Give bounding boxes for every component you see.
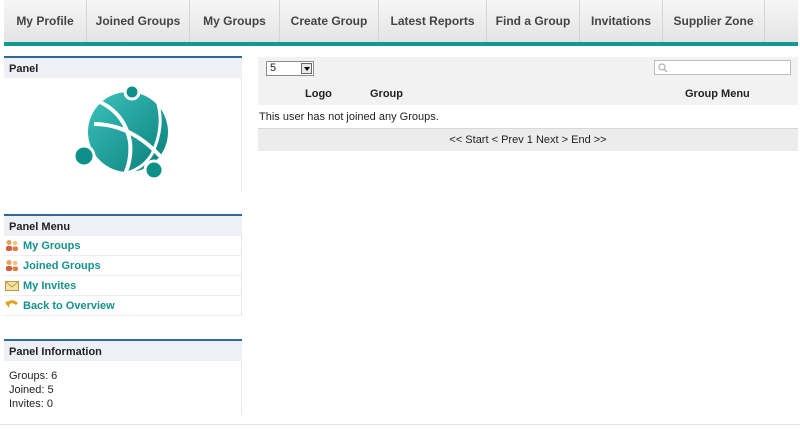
pager-next-link[interactable]: Next >: [536, 134, 568, 146]
back-arrow-icon: [5, 300, 18, 308]
users-icon: [6, 260, 18, 271]
search-input[interactable]: [654, 60, 791, 75]
menu-item-back-to-overview[interactable]: Back to Overview: [4, 296, 241, 316]
menu-item-label: Back to Overview: [23, 300, 115, 312]
pagination: << Start < Prev 1 Next > End >>: [258, 128, 798, 151]
users-icon: [6, 240, 18, 251]
table-header: Logo Group Group Menu: [258, 81, 798, 105]
menu-item-my-invites[interactable]: My Invites: [4, 276, 241, 296]
page-size-select[interactable]: 5: [266, 61, 314, 76]
page-size-value: 5: [270, 62, 277, 74]
pager-start-link[interactable]: << Start: [449, 134, 488, 146]
info-joined-count: Joined: 5: [9, 384, 54, 396]
menu-item-label: My Invites: [23, 280, 77, 292]
panel-information: Panel Information Groups: 6 Joined: 5 In…: [4, 339, 242, 415]
info-groups-count: Groups: 6: [9, 370, 58, 382]
panel-information-title: Panel Information: [4, 339, 242, 361]
pager-page-1[interactable]: 1: [527, 134, 533, 146]
panel-title: Panel: [4, 56, 242, 78]
tab-create-group[interactable]: Create Group: [280, 0, 379, 42]
group-logo-icon: [72, 84, 168, 181]
tab-invitations[interactable]: Invitations: [580, 0, 663, 42]
panel-menu: Panel Menu My Groups Joined Groups My In…: [4, 214, 242, 316]
footer-divider: [0, 424, 800, 425]
column-header-group[interactable]: Group: [370, 88, 403, 100]
tab-joined-groups[interactable]: Joined Groups: [87, 0, 190, 42]
envelope-icon: [5, 281, 19, 291]
panel-logo-area: [4, 78, 242, 192]
tab-find-a-group[interactable]: Find a Group: [487, 0, 580, 42]
panel: Panel: [4, 56, 242, 192]
column-header-logo[interactable]: Logo: [305, 88, 332, 100]
menu-item-label: Joined Groups: [23, 260, 101, 272]
panel-menu-list: My Groups Joined Groups My Invites Back …: [4, 236, 242, 316]
menu-item-my-groups[interactable]: My Groups: [4, 236, 241, 256]
tab-supplier-zone[interactable]: Supplier Zone: [663, 0, 765, 42]
pager-end-link[interactable]: End >>: [571, 134, 606, 146]
tab-my-groups[interactable]: My Groups: [190, 0, 280, 42]
chevron-down-icon[interactable]: [301, 63, 312, 74]
search-icon: [658, 63, 668, 73]
pager-prev-link[interactable]: < Prev: [492, 134, 524, 146]
tab-latest-reports[interactable]: Latest Reports: [379, 0, 487, 42]
info-invites-count: Invites: 0: [9, 398, 54, 410]
menu-item-joined-groups[interactable]: Joined Groups: [4, 256, 241, 276]
top-navigation: My Profile Joined Groups My Groups Creat…: [4, 0, 798, 42]
empty-state-message: This user has not joined any Groups.: [259, 111, 439, 123]
menu-item-label: My Groups: [23, 240, 81, 252]
nav-accent-bar: [4, 42, 798, 46]
tab-my-profile[interactable]: My Profile: [4, 0, 87, 42]
table-toolbar: 5: [258, 57, 798, 81]
panel-information-body: Groups: 6 Joined: 5 Invites: 0: [4, 361, 242, 415]
panel-menu-title: Panel Menu: [4, 214, 242, 236]
column-header-group-menu: Group Menu: [685, 88, 750, 100]
